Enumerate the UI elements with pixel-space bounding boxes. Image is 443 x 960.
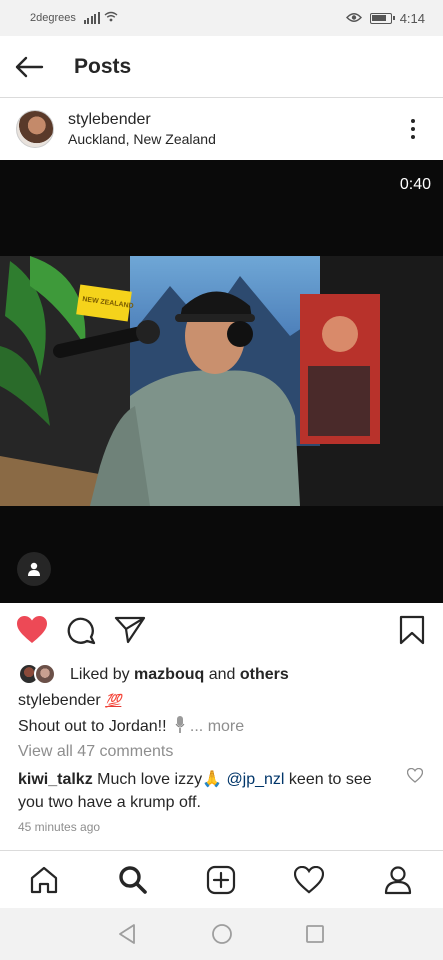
more-link[interactable]: more [208,718,244,735]
comment-icon [67,617,96,645]
heart-filled-icon [17,616,47,643]
likes-prefix: Liked by [70,666,135,683]
system-recents-button[interactable] [305,923,325,950]
likes-others[interactable]: others [240,666,289,684]
profile-icon [384,866,412,895]
avatar [34,663,56,685]
nav-search[interactable] [118,865,148,895]
caption-text: Shout out to Jordan!! [18,718,171,735]
post-header: stylebender Auckland, New Zealand [0,98,443,160]
post-username[interactable]: stylebender [68,111,216,129]
bookmark-icon [399,615,425,645]
person-icon [28,562,40,576]
comment-username[interactable]: kiwi_talkz [18,771,93,788]
caption-header: stylebender 💯 [18,692,121,710]
status-bar: 2degrees 4:14 [0,0,443,36]
system-navigation [0,908,443,960]
video-duration: 0:40 [399,176,431,193]
hundred-emoji: 💯 [105,693,122,708]
post-video[interactable]: 0:40 NEW ZEALAND [0,160,443,603]
system-home-button[interactable] [211,923,233,950]
nav-new-post[interactable] [206,865,236,895]
tagged-people-button[interactable] [17,552,51,586]
post-timestamp: 45 minutes ago [18,820,101,834]
share-button[interactable] [114,615,146,650]
eye-icon [345,11,362,26]
home-circle-icon [212,924,232,944]
post-actions [0,603,443,659]
page-title: Posts [74,54,132,78]
caption-body: Shout out to Jordan!! ... more [18,716,244,736]
likes-user[interactable]: mazbouq [134,666,204,684]
bottom-navigation [0,850,443,908]
caption-username[interactable]: stylebender [18,692,101,709]
back-button[interactable] [0,36,58,98]
more-options-button[interactable] [405,116,421,142]
likes-summary[interactable]: Liked by mazbouq and others [18,663,289,687]
caption-ellipsis: ... [189,718,208,735]
status-time: 4:14 [399,10,425,26]
system-back-button[interactable] [117,923,137,950]
avatar[interactable] [16,110,54,148]
arrow-left-icon [15,56,44,77]
activity-heart-icon [294,866,324,894]
microphone-icon [175,716,189,735]
comment-button[interactable] [66,615,96,650]
home-icon [30,866,58,894]
comment-mention[interactable]: @jp_nzl [226,771,284,788]
comment: kiwi_talkz Much love izzy🙏 @jp_nzl keen … [18,768,398,814]
video-frame: NEW ZEALAND [0,256,443,506]
add-post-icon [206,865,236,895]
nav-activity[interactable] [294,865,324,895]
like-button[interactable] [16,615,48,650]
likes-connector: and [204,666,240,683]
nav-profile[interactable] [383,865,413,895]
recents-square-icon [306,925,324,943]
nav-home[interactable] [29,865,59,895]
top-bar: Posts [0,36,443,98]
save-button[interactable] [399,615,425,650]
search-icon [119,866,147,894]
liker-avatars [18,663,60,687]
back-triangle-icon [119,924,135,944]
post-location[interactable]: Auckland, New Zealand [68,131,216,147]
comment-text: Much love izzy🙏 [92,771,227,788]
wifi-icon [104,11,118,25]
carrier-name: 2degrees [30,12,76,24]
send-icon [114,616,146,644]
heart-outline-icon [406,767,424,783]
view-all-comments-link[interactable]: View all 47 comments [18,743,173,761]
comment-like-button[interactable] [406,767,424,788]
battery-icon [369,12,395,24]
signal-icon [83,12,100,24]
